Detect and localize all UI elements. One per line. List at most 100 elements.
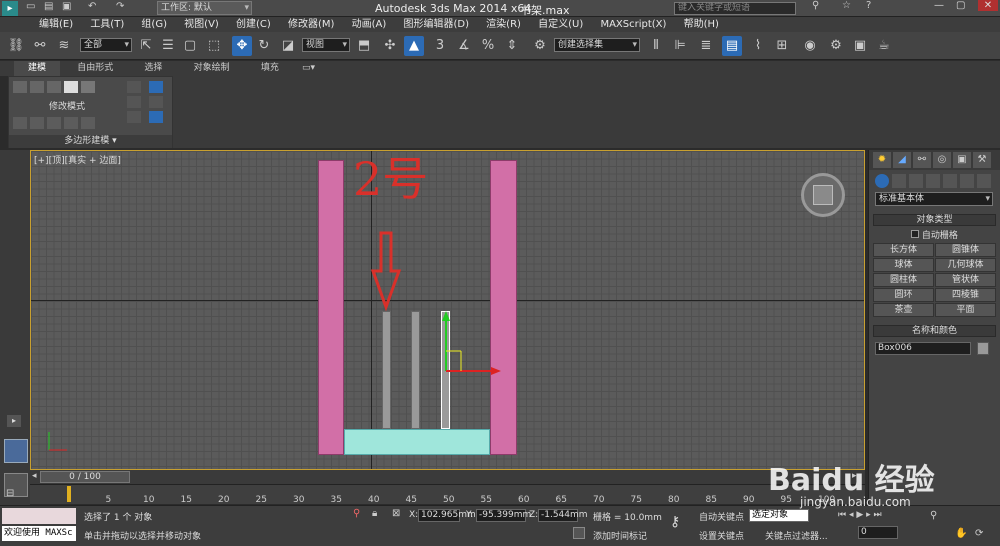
scale-icon[interactable]: ◪ (278, 36, 298, 56)
frame-marker[interactable] (67, 486, 71, 502)
angle-snap-icon[interactable]: ∡ (454, 36, 474, 56)
spinner-snap-icon[interactable]: ⇕ (502, 36, 522, 56)
rect-selection-icon[interactable]: ▢ (180, 36, 200, 56)
layer-manager-icon[interactable]: ≣ (696, 36, 716, 56)
modify-tab-icon[interactable]: ◢ (893, 152, 911, 168)
link-icon[interactable]: ⛓ (6, 36, 26, 56)
systems-icon[interactable] (977, 174, 991, 188)
window-crossing-icon[interactable]: ⬚ (204, 36, 224, 56)
absolute-mode-icon[interactable]: ⊠ (392, 508, 400, 519)
time-slider[interactable]: ◂ 0 / 100 ▸ (30, 470, 865, 484)
pivot-center-icon[interactable]: ⬒ (354, 36, 374, 56)
autogrid-row[interactable]: 自动栅格 (869, 228, 1000, 241)
tab-freeform[interactable]: 自由形式 (63, 61, 127, 76)
tab-object-paint[interactable]: 对象绘制 (180, 61, 244, 76)
percent-snap-icon[interactable]: % (478, 36, 498, 56)
geometry-icon[interactable] (875, 174, 889, 188)
tube-button[interactable]: 管状体 (935, 273, 996, 287)
divider-post-1[interactable] (382, 311, 391, 429)
hierarchy-tab-icon[interactable]: ⚯ (913, 152, 931, 168)
binoculars-icon[interactable]: ⚲ (812, 0, 819, 11)
menu-tools[interactable]: 工具(T) (83, 17, 131, 32)
add-time-tag[interactable]: 添加时间标记 (593, 529, 647, 542)
plane-button[interactable]: 平面 (935, 303, 996, 317)
unlink-icon[interactable]: ⚯ (30, 36, 50, 56)
edge-icon[interactable] (30, 81, 44, 93)
track-bar[interactable]: ⊟ 5 10 15 20 25 30 35 40 45 50 55 60 65 70 75 80 85 90 95 1… (6, 484, 865, 505)
shelf-base[interactable] (344, 429, 490, 455)
auto-key-label[interactable]: 自动关键点 (699, 510, 744, 523)
selection-filter-dropdown[interactable]: 全部 (80, 38, 132, 52)
viewport-label[interactable]: [+][顶][真实 + 边面] (34, 153, 121, 166)
redo-icon[interactable]: ↷ (116, 1, 124, 12)
key-icon[interactable]: ⚷ (670, 514, 680, 530)
select-object-icon[interactable]: ⇱ (136, 36, 156, 56)
menu-edit[interactable]: 编辑(E) (32, 17, 80, 32)
help-icon[interactable]: ? (866, 0, 871, 11)
menu-maxscript[interactable]: MAXScript(X) (593, 17, 673, 32)
orbit-icon[interactable]: ⟳ (975, 528, 983, 539)
maxscript-listener[interactable] (2, 508, 76, 524)
ribbon-side-5[interactable] (149, 96, 163, 108)
mini-curve-editor-icon[interactable]: ⊟ (6, 488, 14, 499)
ribbon-group-label[interactable]: 多边形建模 ▾ (9, 135, 172, 148)
object-color-swatch[interactable] (977, 342, 989, 355)
x-coord-field[interactable]: 102.965mm (418, 509, 476, 522)
ribbon-tool-2[interactable] (30, 117, 44, 129)
object-type-header[interactable]: 对象类型 (873, 214, 996, 226)
reference-coord-dropdown[interactable]: 视图 (302, 38, 350, 52)
ribbon-side-2[interactable] (127, 96, 141, 108)
vertex-icon[interactable] (13, 81, 27, 93)
create-tab-icon[interactable]: ✹ (873, 152, 891, 168)
utilities-tab-icon[interactable]: ⚒ (973, 152, 991, 168)
viewcube-icon[interactable] (801, 173, 845, 217)
select-manipulate-icon[interactable]: ✣ (380, 36, 400, 56)
menu-animation[interactable]: 动画(A) (345, 17, 394, 32)
ribbon-tool-3[interactable] (47, 117, 61, 129)
polygon-icon[interactable] (64, 81, 78, 93)
y-coord-field[interactable]: -95.399mm (476, 509, 531, 522)
z-coord-field[interactable]: -1.544mm (538, 509, 588, 522)
helpers-icon[interactable] (943, 174, 957, 188)
category-dropdown[interactable]: 标准基本体 (875, 192, 993, 206)
workspace-dropdown[interactable]: 工作区: 默认 (157, 1, 252, 15)
ribbon-tool-5[interactable] (81, 117, 95, 129)
ribbon-side-3[interactable] (127, 111, 141, 123)
menu-rendering[interactable]: 渲染(R) (479, 17, 528, 32)
divider-post-2[interactable] (411, 311, 420, 429)
curve-editor-icon[interactable]: ⌇ (748, 36, 768, 56)
new-file-icon[interactable]: ▭ (26, 1, 35, 12)
pin-icon[interactable] (149, 81, 163, 93)
render-teapot-icon[interactable]: ☕ (874, 36, 894, 56)
display-tab-icon[interactable]: ▣ (953, 152, 971, 168)
cone-button[interactable]: 圆锥体 (935, 243, 996, 257)
render-setup-icon[interactable]: ⚙ (826, 36, 846, 56)
set-key-label[interactable]: 设置关键点 (699, 529, 744, 542)
menu-modifiers[interactable]: 修改器(M) (281, 17, 341, 32)
star-icon[interactable]: ☆ (842, 0, 851, 11)
viewport-top[interactable]: [+][顶][真实 + 边面] 2号 (30, 150, 865, 470)
object-name-field[interactable]: Box006 (875, 342, 971, 355)
align-icon[interactable]: ⊫ (670, 36, 690, 56)
autogrid-checkbox[interactable] (911, 230, 920, 238)
menu-views[interactable]: 视图(V) (177, 17, 226, 32)
mirror-icon[interactable]: ⫴ (646, 36, 666, 56)
shapes-icon[interactable] (892, 174, 906, 188)
maximize-icon[interactable]: ▢ (956, 0, 965, 11)
expand-arrow-icon[interactable]: ▸ (7, 415, 21, 427)
material-editor-icon[interactable]: ◉ (800, 36, 820, 56)
keyboard-shortcut-icon[interactable]: ▲ (404, 36, 424, 56)
save-file-icon[interactable]: ▣ (62, 1, 71, 12)
motion-tab-icon[interactable]: ◎ (933, 152, 951, 168)
ribbon-tool-1[interactable] (13, 117, 27, 129)
time-tag-icon[interactable] (573, 527, 585, 539)
border-icon[interactable] (47, 81, 61, 93)
minimize-icon[interactable]: — (934, 0, 944, 11)
name-color-header[interactable]: 名称和颜色 (873, 325, 996, 337)
lights-icon[interactable] (909, 174, 923, 188)
geosphere-button[interactable]: 几何球体 (935, 258, 996, 272)
move-gizmo[interactable] (431, 311, 511, 381)
teapot-button[interactable]: 茶壶 (873, 303, 934, 317)
ribbon-side-1[interactable] (127, 81, 141, 93)
menu-group[interactable]: 组(G) (134, 17, 174, 32)
